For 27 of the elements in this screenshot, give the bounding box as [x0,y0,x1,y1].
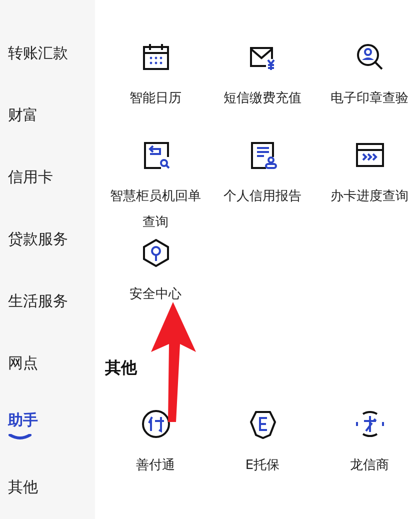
sidebar-item[interactable]: 其他 [0,456,95,519]
sidebar-item[interactable]: 转账汇款 [0,22,95,84]
sidebar-item[interactable]: 信用卡 [0,146,95,208]
service-label[interactable]: E托保 [212,453,312,479]
service-label[interactable]: 办卡进度查询 [320,184,410,210]
shield-badge-icon [248,409,278,439]
service-label[interactable]: 个人信用报告 [212,184,312,210]
service-label[interactable]: 安全中心 [106,282,206,308]
person-search-icon [354,42,384,72]
progress-window-icon [354,140,384,170]
sidebar-item[interactable]: 网点 [0,332,95,395]
pay-badge-icon [140,409,170,439]
service-label[interactable]: 智能日历 [106,86,206,112]
selected-indicator-icon [8,434,32,440]
calendar-icon [140,42,170,72]
dragon-badge-icon [354,409,384,439]
sidebar-item[interactable]: 财富 [0,84,95,146]
service-label[interactable]: 智慧柜员机回单查询 [106,184,206,236]
service-label[interactable]: 龙信商 [320,453,410,479]
service-label[interactable]: 短信缴费充值 [212,86,312,112]
service-label[interactable]: 电子印章查验 [320,86,410,112]
sidebar-item[interactable]: 生活服务 [0,270,95,333]
section-title: 其他 [105,358,138,379]
sidebar-item[interactable]: 助手 [0,394,95,457]
sidebar-item[interactable]: 贷款服务 [0,208,95,270]
service-label[interactable]: 善付通 [106,453,206,479]
shield-location-icon [140,238,170,268]
